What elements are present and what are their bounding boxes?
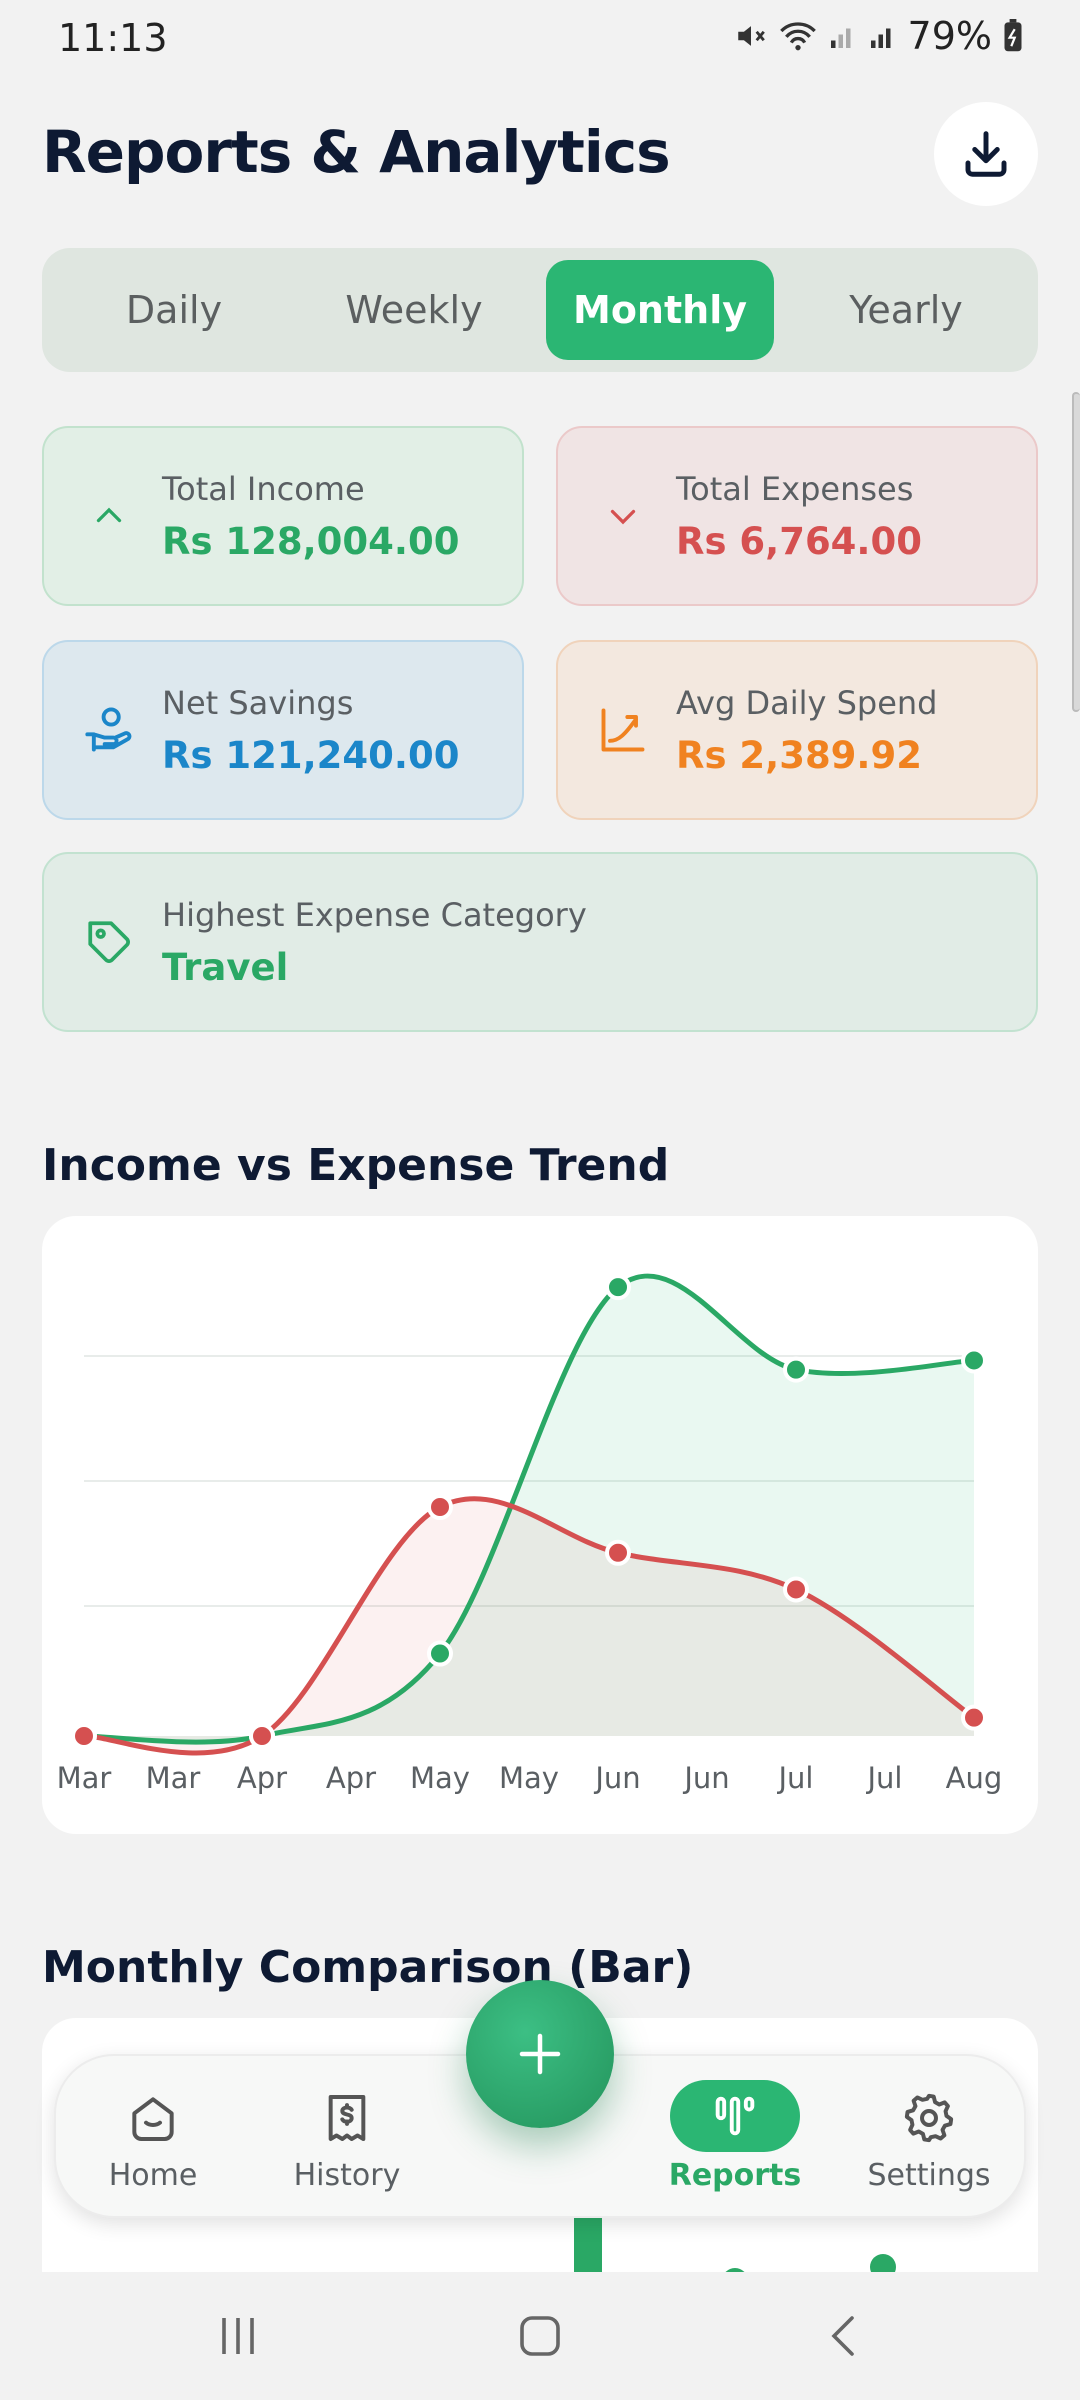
data-point-expense xyxy=(605,1539,631,1566)
nav-reports[interactable]: Reports xyxy=(638,2056,832,2220)
status-icons: 79% xyxy=(734,14,1024,58)
scroll-indicator xyxy=(1072,392,1080,712)
highest-category-card: Highest Expense Category Travel xyxy=(42,852,1038,1032)
home-icon xyxy=(125,2086,181,2150)
battery-icon xyxy=(1004,19,1022,52)
add-transaction-button[interactable] xyxy=(466,1980,614,2128)
total-income-card: Total Income Rs 128,004.00 xyxy=(42,426,524,606)
total-expenses-value: Rs 6,764.00 xyxy=(676,520,922,563)
trend-chart: Mar Mar Apr Apr May May Jun Jun Jul Jul Aug xyxy=(57,1273,1003,1795)
data-point-expense xyxy=(249,1723,275,1749)
x-tick-label: Mar xyxy=(57,1761,112,1795)
reports-icon xyxy=(670,2080,800,2152)
mute-icon xyxy=(737,26,765,46)
nav-home[interactable]: Home xyxy=(56,2056,250,2220)
x-tick-label: Jun xyxy=(593,1761,640,1795)
x-tick-label: Mar xyxy=(146,1761,201,1795)
avg-daily-spend-value: Rs 2,389.92 xyxy=(676,734,922,777)
total-expenses-card: Total Expenses Rs 6,764.00 xyxy=(556,426,1038,606)
data-point-expense xyxy=(783,1576,809,1603)
data-point-income xyxy=(427,1640,453,1667)
avg-daily-spend-label: Avg Daily Spend xyxy=(676,684,938,722)
receipt-icon xyxy=(319,2086,375,2150)
nav-settings-label: Settings xyxy=(867,2158,991,2193)
nav-settings[interactable]: Settings xyxy=(832,2056,1026,2220)
x-tick-label: Apr xyxy=(326,1761,376,1795)
battery-percent: 79% xyxy=(907,14,992,58)
home-button-icon[interactable] xyxy=(518,2312,562,2360)
nav-reports-label: Reports xyxy=(668,2158,802,2193)
data-point-income xyxy=(605,1274,631,1301)
total-income-label: Total Income xyxy=(162,470,365,508)
net-savings-value: Rs 121,240.00 xyxy=(162,734,460,777)
chevron-up-icon xyxy=(82,489,136,543)
system-nav-bar xyxy=(0,2272,1080,2400)
download-button[interactable] xyxy=(934,102,1038,206)
bar-section-title: Monthly Comparison (Bar) xyxy=(42,1942,694,1993)
highest-category-label: Highest Expense Category xyxy=(162,896,587,934)
x-tick-label: May xyxy=(410,1761,470,1795)
tag-icon xyxy=(82,915,136,969)
tab-yearly[interactable]: Yearly xyxy=(786,260,1026,360)
trend-chart-card: Mar Mar Apr Apr May May Jun Jun Jul Jul Aug xyxy=(42,1216,1038,1834)
total-expenses-label: Total Expenses xyxy=(676,470,914,508)
recent-apps-icon[interactable] xyxy=(216,2312,260,2360)
x-tick-label: Jun xyxy=(682,1761,729,1795)
signal-icon xyxy=(830,28,851,48)
nav-history[interactable]: History xyxy=(250,2056,444,2220)
nav-home-label: Home xyxy=(108,2158,198,2193)
trend-section-title: Income vs Expense Trend xyxy=(42,1140,670,1191)
data-point-income xyxy=(961,1347,987,1374)
total-income-value: Rs 128,004.00 xyxy=(162,520,460,563)
status-bar: 11:13 79% xyxy=(0,0,1080,80)
tab-daily[interactable]: Daily xyxy=(54,260,294,360)
x-tick-label: Apr xyxy=(237,1761,287,1795)
period-tabs: Daily Weekly Monthly Yearly xyxy=(42,248,1038,372)
status-time: 11:13 xyxy=(58,16,168,60)
x-tick-label: Jul xyxy=(866,1761,903,1795)
page-title: Reports & Analytics xyxy=(42,118,671,186)
signal-icon xyxy=(870,28,891,48)
highest-category-value: Travel xyxy=(162,946,289,989)
back-icon[interactable] xyxy=(822,2312,866,2360)
data-point-expense xyxy=(961,1704,987,1731)
avg-daily-spend-card: Avg Daily Spend Rs 2,389.92 xyxy=(556,640,1038,820)
data-point-income xyxy=(783,1356,809,1383)
trend-up-icon xyxy=(596,703,650,757)
tab-weekly[interactable]: Weekly xyxy=(294,260,534,360)
x-tick-label: Aug xyxy=(946,1761,1003,1795)
download-icon xyxy=(965,131,1007,177)
data-point-expense xyxy=(71,1723,97,1749)
x-tick-label: Jul xyxy=(777,1761,814,1795)
wifi-icon xyxy=(779,22,816,51)
net-savings-label: Net Savings xyxy=(162,684,354,722)
x-tick-label: May xyxy=(499,1761,559,1795)
plus-icon xyxy=(519,2033,561,2075)
net-savings-card: Net Savings Rs 121,240.00 xyxy=(42,640,524,820)
savings-hand-icon xyxy=(82,703,136,757)
chevron-down-icon xyxy=(596,489,650,543)
data-point-expense xyxy=(427,1494,453,1520)
nav-history-label: History xyxy=(293,2158,401,2193)
tab-monthly[interactable]: Monthly xyxy=(546,260,774,360)
bar-peek xyxy=(574,2218,602,2278)
gear-icon xyxy=(901,2086,957,2150)
